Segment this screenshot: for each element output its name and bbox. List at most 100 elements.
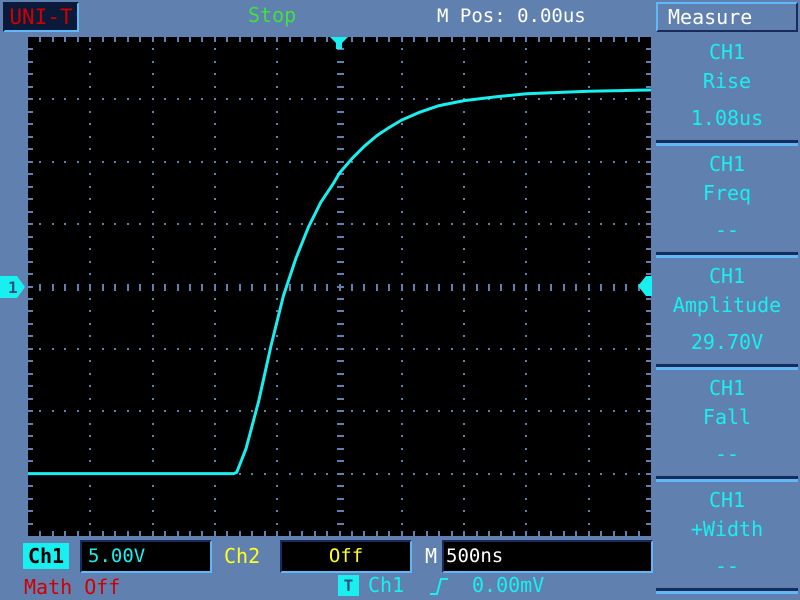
grid-dot <box>588 284 590 291</box>
grid-dot <box>401 248 403 250</box>
grid-dot <box>89 111 91 113</box>
grid-dot <box>326 284 328 291</box>
grid-dot <box>401 98 403 100</box>
grid-dot <box>251 284 253 291</box>
grid-dot <box>39 284 41 291</box>
grid-dot <box>77 348 79 350</box>
grid-dot <box>276 198 278 200</box>
grid-dot <box>127 98 129 100</box>
grid-dot <box>500 161 502 163</box>
grid-dot <box>588 273 590 275</box>
grid-dot <box>401 61 403 63</box>
edge-tick <box>28 485 33 487</box>
grid-dot <box>513 473 515 475</box>
measure-slot-4[interactable]: CH1 Fall -- <box>656 374 798 482</box>
grid-dot <box>337 485 344 487</box>
grid-dot <box>289 161 291 163</box>
edge-tick <box>251 531 253 536</box>
grid-dot <box>638 98 640 100</box>
grid-dot <box>625 98 627 100</box>
edge-tick <box>401 37 403 42</box>
grid-dot <box>177 284 179 291</box>
grid-dot <box>525 223 527 225</box>
math-status: Math Off <box>24 575 121 599</box>
grid-dot <box>426 98 428 100</box>
grid-dot <box>588 523 590 525</box>
grid-dot <box>276 410 278 412</box>
grid-dot <box>337 136 344 138</box>
trigger-position-marker-icon[interactable] <box>330 37 348 51</box>
grid-dot <box>52 223 54 225</box>
edge-tick <box>351 531 353 536</box>
grid-dot <box>89 298 91 300</box>
grid-dot <box>625 473 627 475</box>
measure-slot-1[interactable]: CH1 Rise 1.08us <box>656 38 798 146</box>
grid-dot <box>625 161 627 163</box>
grid-dot <box>401 284 403 291</box>
grid-dot <box>575 473 577 475</box>
measure-slot-3[interactable]: CH1 Amplitude 29.70V <box>656 262 798 370</box>
ch2-label[interactable]: Ch2 <box>224 543 260 569</box>
grid-dot <box>276 136 278 138</box>
grid-dot <box>214 523 216 525</box>
grid-dot <box>401 348 403 350</box>
grid-dot <box>500 98 502 100</box>
grid-dot <box>550 473 552 475</box>
grid-dot <box>214 73 216 75</box>
grid-dot <box>463 298 465 300</box>
trigger-level-marker-icon[interactable] <box>636 276 652 296</box>
grid-dot <box>214 410 216 412</box>
ch1-vertical-scale: 5.00V <box>80 540 212 573</box>
grid-dot <box>538 161 540 163</box>
grid-dot <box>164 223 166 225</box>
grid-dot <box>102 223 104 225</box>
measure-type: Amplitude <box>672 293 782 317</box>
grid-dot <box>337 61 344 63</box>
ch1-ground-marker-icon[interactable]: 1 <box>0 276 28 298</box>
grid-dot <box>525 284 527 291</box>
grid-dot <box>525 410 527 412</box>
grid-dot <box>201 223 203 225</box>
grid-dot <box>139 223 141 225</box>
grid-dot <box>89 136 91 138</box>
grid-dot <box>264 223 266 225</box>
grid-dot <box>463 73 465 75</box>
grid-dot <box>337 211 344 213</box>
edge-tick <box>575 37 577 42</box>
grid-dot <box>276 460 278 462</box>
grid-dot <box>588 298 590 300</box>
grid-dot <box>463 273 465 275</box>
measure-value: 1.08us <box>690 106 764 130</box>
measure-slot-5[interactable]: CH1 +Width -- <box>656 486 798 594</box>
grid-dot <box>337 248 344 250</box>
grid-dot <box>139 410 141 412</box>
grid-dot <box>214 335 216 337</box>
timebase-readout: 500ns <box>442 540 653 573</box>
grid-dot <box>89 161 91 163</box>
grid-dot <box>152 86 154 88</box>
measure-channel: CH1 <box>708 40 746 64</box>
grid-dot <box>339 410 341 412</box>
edge-tick <box>77 531 79 536</box>
grid-dot <box>376 223 378 225</box>
grid-dot <box>463 473 465 475</box>
menu-title-measure[interactable]: Measure <box>656 2 798 32</box>
grid-dot <box>127 223 129 225</box>
grid-dot <box>337 523 344 525</box>
ch1-badge[interactable]: Ch1 <box>23 543 69 569</box>
edge-tick <box>28 348 33 350</box>
grid-dot <box>463 61 465 63</box>
edge-tick <box>488 531 490 536</box>
grid-dot <box>463 435 465 437</box>
grid-dot <box>64 223 66 225</box>
edge-tick <box>388 531 390 536</box>
grid-dot <box>600 410 602 412</box>
grid-dot <box>451 473 453 475</box>
grid-dot <box>525 298 527 300</box>
measure-slot-2[interactable]: CH1 Freq -- <box>656 150 798 258</box>
grid-dot <box>426 410 428 412</box>
grid-dot <box>588 498 590 500</box>
grid-dot <box>401 448 403 450</box>
grid-dot <box>401 86 403 88</box>
grid-dot <box>251 161 253 163</box>
